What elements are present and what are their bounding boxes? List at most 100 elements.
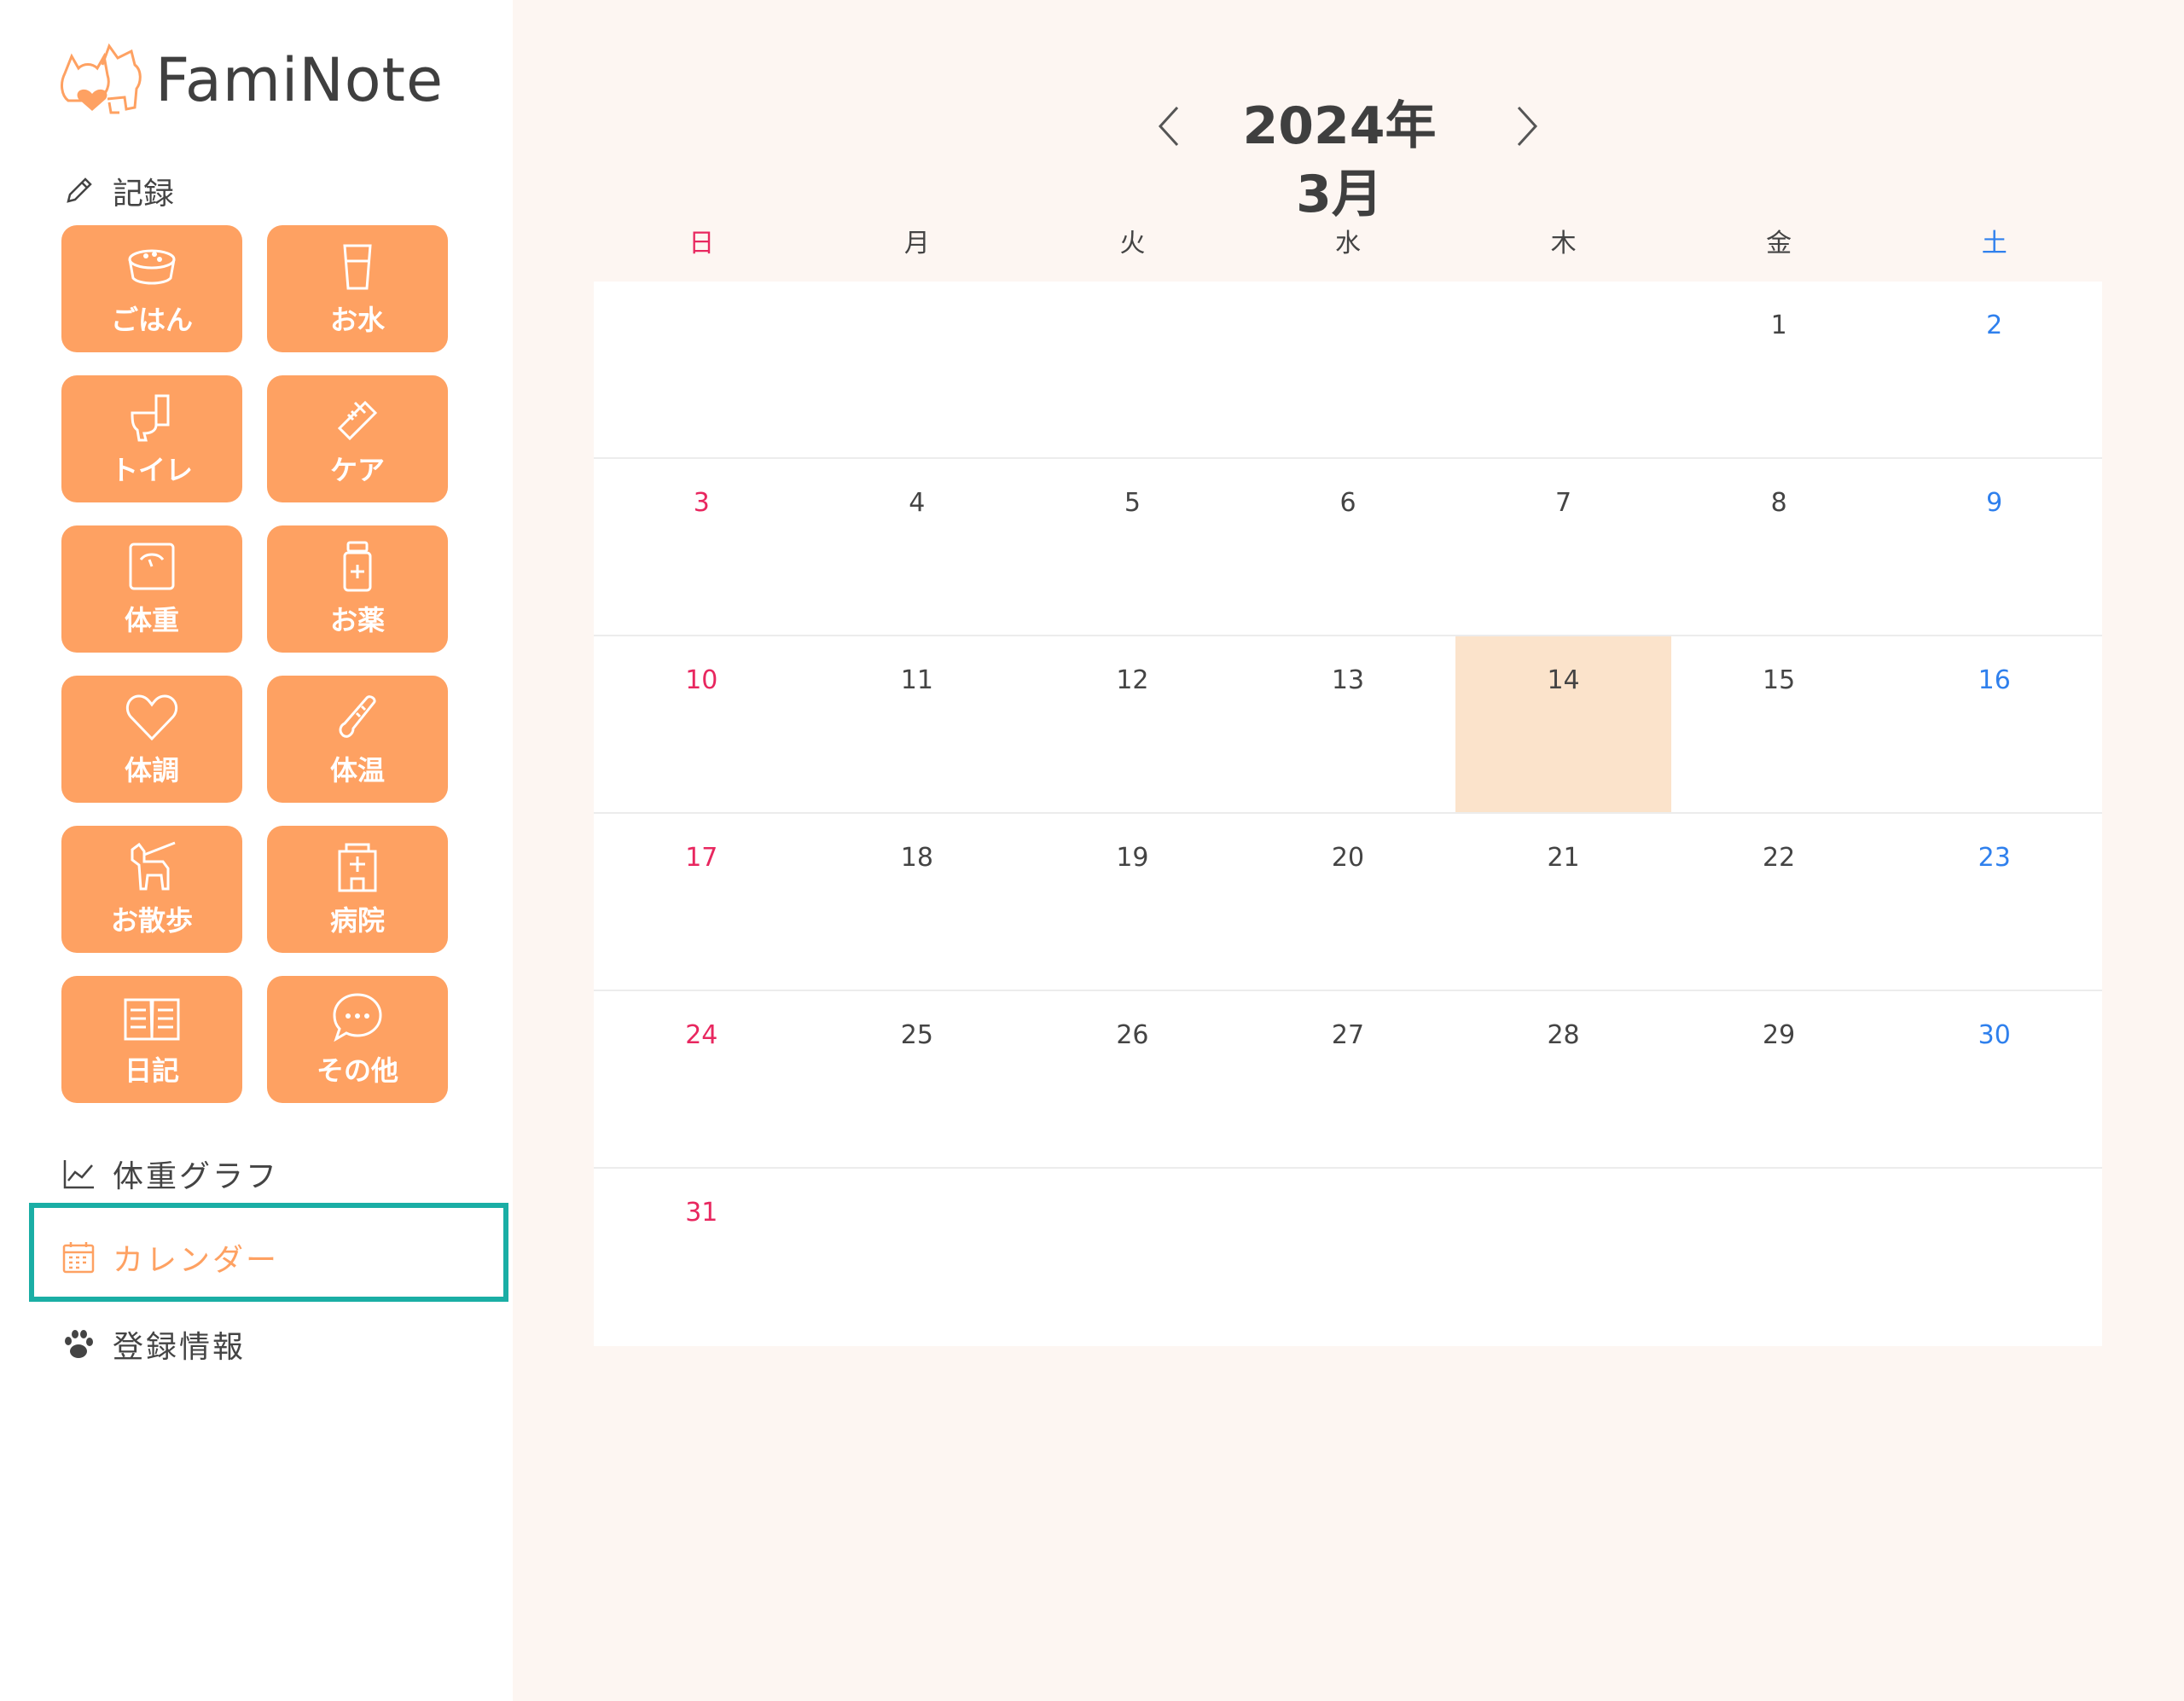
calendar-day-cell[interactable]: 28 [1455, 991, 1671, 1169]
calendar-day-cell[interactable]: 27 [1240, 991, 1456, 1169]
dog-walk-icon [131, 841, 176, 890]
calendar-empty-cell [1455, 282, 1671, 459]
chat-bubble-icon [333, 992, 382, 1042]
nav-calendar[interactable]: カレンダー [61, 1235, 279, 1280]
tile-medicine[interactable]: お薬 [267, 525, 448, 653]
calendar-empty-cell [809, 282, 1025, 459]
calendar-empty-cell [1025, 282, 1240, 459]
record-heading: 記録 [61, 169, 174, 213]
calendar-day-cell[interactable]: 14 [1455, 636, 1671, 814]
paw-icon [65, 1330, 93, 1358]
comb-icon [337, 400, 378, 440]
calendar-day-cell[interactable]: 19 [1025, 814, 1240, 991]
calendar-empty-cell [810, 1169, 1025, 1346]
cat-dog-heart-logo-icon [61, 43, 142, 114]
tile-walk[interactable]: お散歩 [61, 826, 242, 953]
medicine-bottle-icon [343, 541, 372, 591]
tile-water[interactable]: お水 [267, 225, 448, 352]
calendar-day-cell[interactable]: 13 [1240, 636, 1456, 814]
calendar-day-cell[interactable]: 7 [1455, 459, 1671, 636]
tile-diary[interactable]: 日記 [61, 976, 242, 1103]
tile-hospital[interactable]: 病院 [267, 826, 448, 953]
tile-other-label: その他 [316, 1054, 398, 1087]
tile-care[interactable]: ケア [267, 375, 448, 502]
calendar-day-cell[interactable]: 16 [1886, 636, 2102, 814]
calendar-day-cell[interactable]: 21 [1455, 814, 1671, 991]
weekday-header-row: 日月火水木金土 [594, 222, 2102, 259]
hospital-icon [338, 843, 377, 891]
weekday-label: 金 [1766, 229, 1792, 258]
tile-weight[interactable]: 体重 [61, 525, 242, 653]
nav-registration[interactable]: 登録情報 [61, 1322, 246, 1367]
tile-toilet[interactable]: トイレ [61, 375, 242, 502]
calendar-day-cell[interactable]: 23 [1886, 814, 2102, 991]
nav-registration-label: 登録情報 [113, 1330, 247, 1365]
calendar-day-cell[interactable]: 8 [1670, 459, 1887, 636]
weekday-label: 火 [1119, 229, 1146, 258]
pencil-icon [67, 177, 92, 203]
calendar-day-cell[interactable]: 24 [594, 991, 810, 1169]
app-logo[interactable]: FamiNote [58, 39, 444, 121]
calendar-day-cell[interactable]: 17 [594, 814, 810, 991]
tile-toilet-label: トイレ [110, 453, 193, 486]
calendar-empty-cell [1671, 1169, 1887, 1346]
tile-other[interactable]: その他 [267, 976, 448, 1103]
weekday-label: 日 [688, 229, 715, 258]
tile-condition-label: 体調 [124, 753, 179, 787]
tile-diary-label: 日記 [124, 1054, 179, 1087]
tile-condition[interactable]: 体調 [61, 676, 242, 803]
weekday-label: 土 [1981, 229, 2007, 258]
food-bowl-icon [128, 249, 176, 284]
tile-hospital-label: 病院 [329, 903, 385, 937]
weekday-label: 水 [1334, 229, 1361, 258]
book-icon [124, 998, 180, 1040]
calendar-day-cell[interactable]: 5 [1025, 459, 1240, 636]
calendar-day-cell[interactable]: 18 [809, 814, 1025, 991]
calendar-day-cell[interactable]: 29 [1670, 991, 1887, 1169]
calendar-empty-cell [594, 282, 810, 459]
calendar-grid: 1 2 3 4 5 6 7 8 9 10 11 12 13 14 15 16 17 18 19 20 21 22 23 24 2… [594, 282, 2102, 1346]
calendar-day-cell[interactable]: 9 [1886, 459, 2102, 636]
calendar-empty-cell [1455, 1169, 1671, 1346]
heart-icon [125, 694, 178, 740]
calendar-day-cell[interactable]: 15 [1670, 636, 1887, 814]
tile-weight-label: 体重 [124, 603, 179, 636]
calendar-day-cell[interactable]: 3 [594, 459, 810, 636]
nav-weight-graph-label: 体重グラフ [113, 1159, 280, 1194]
tile-water-label: お水 [329, 303, 385, 336]
sidebar: FamiNote 記録 ごはん お水 トイレ ケア 体重 お薬 体調 体温 お散… [0, 0, 513, 1701]
calendar-day-cell[interactable]: 31 [594, 1169, 810, 1346]
calendar-day-cell[interactable]: 25 [809, 991, 1025, 1169]
calendar-day-cell[interactable]: 20 [1240, 814, 1456, 991]
tile-walk-label: お散歩 [110, 903, 193, 937]
tile-food[interactable]: ごはん [61, 225, 242, 352]
nav-weight-graph[interactable]: 体重グラフ [61, 1152, 279, 1196]
calendar-day-cell[interactable]: 6 [1240, 459, 1456, 636]
calendar-day-cell[interactable]: 11 [809, 636, 1025, 814]
calendar-day-cell[interactable]: 22 [1670, 814, 1887, 991]
tile-food-label: ごはん [110, 303, 193, 336]
scale-icon [129, 543, 175, 589]
nav-calendar-label: カレンダー [113, 1243, 280, 1278]
tile-care-label: ケア [329, 453, 385, 486]
weekday-label: 木 [1550, 229, 1577, 258]
calendar-day-cell[interactable]: 12 [1025, 636, 1240, 814]
calendar-day-cell[interactable]: 30 [1886, 991, 2102, 1169]
tile-temperature-label: 体温 [329, 753, 385, 787]
calendar-day-cell[interactable]: 10 [594, 636, 810, 814]
record-tile-grid: ごはん お水 トイレ ケア 体重 お薬 体調 体温 お散歩 病院 日記 その他 [61, 225, 448, 1103]
calendar-day-cell[interactable]: 1 [1670, 282, 1887, 459]
calendar-empty-cell [1886, 1169, 2102, 1346]
water-cup-icon [343, 244, 372, 289]
calendar-day-cell[interactable]: 26 [1025, 991, 1240, 1169]
calendar-empty-cell [1240, 282, 1456, 459]
next-month-chevron-icon[interactable] [1510, 102, 1544, 150]
toilet-icon [131, 394, 170, 441]
line-chart-icon [63, 1160, 94, 1189]
prev-month-chevron-icon[interactable] [1152, 102, 1186, 150]
calendar-day-cell[interactable]: 4 [809, 459, 1025, 636]
calendar-icon [62, 1242, 95, 1274]
calendar-day-cell[interactable]: 2 [1886, 282, 2102, 459]
weekday-label: 月 [903, 229, 930, 258]
tile-temperature[interactable]: 体温 [267, 676, 448, 803]
